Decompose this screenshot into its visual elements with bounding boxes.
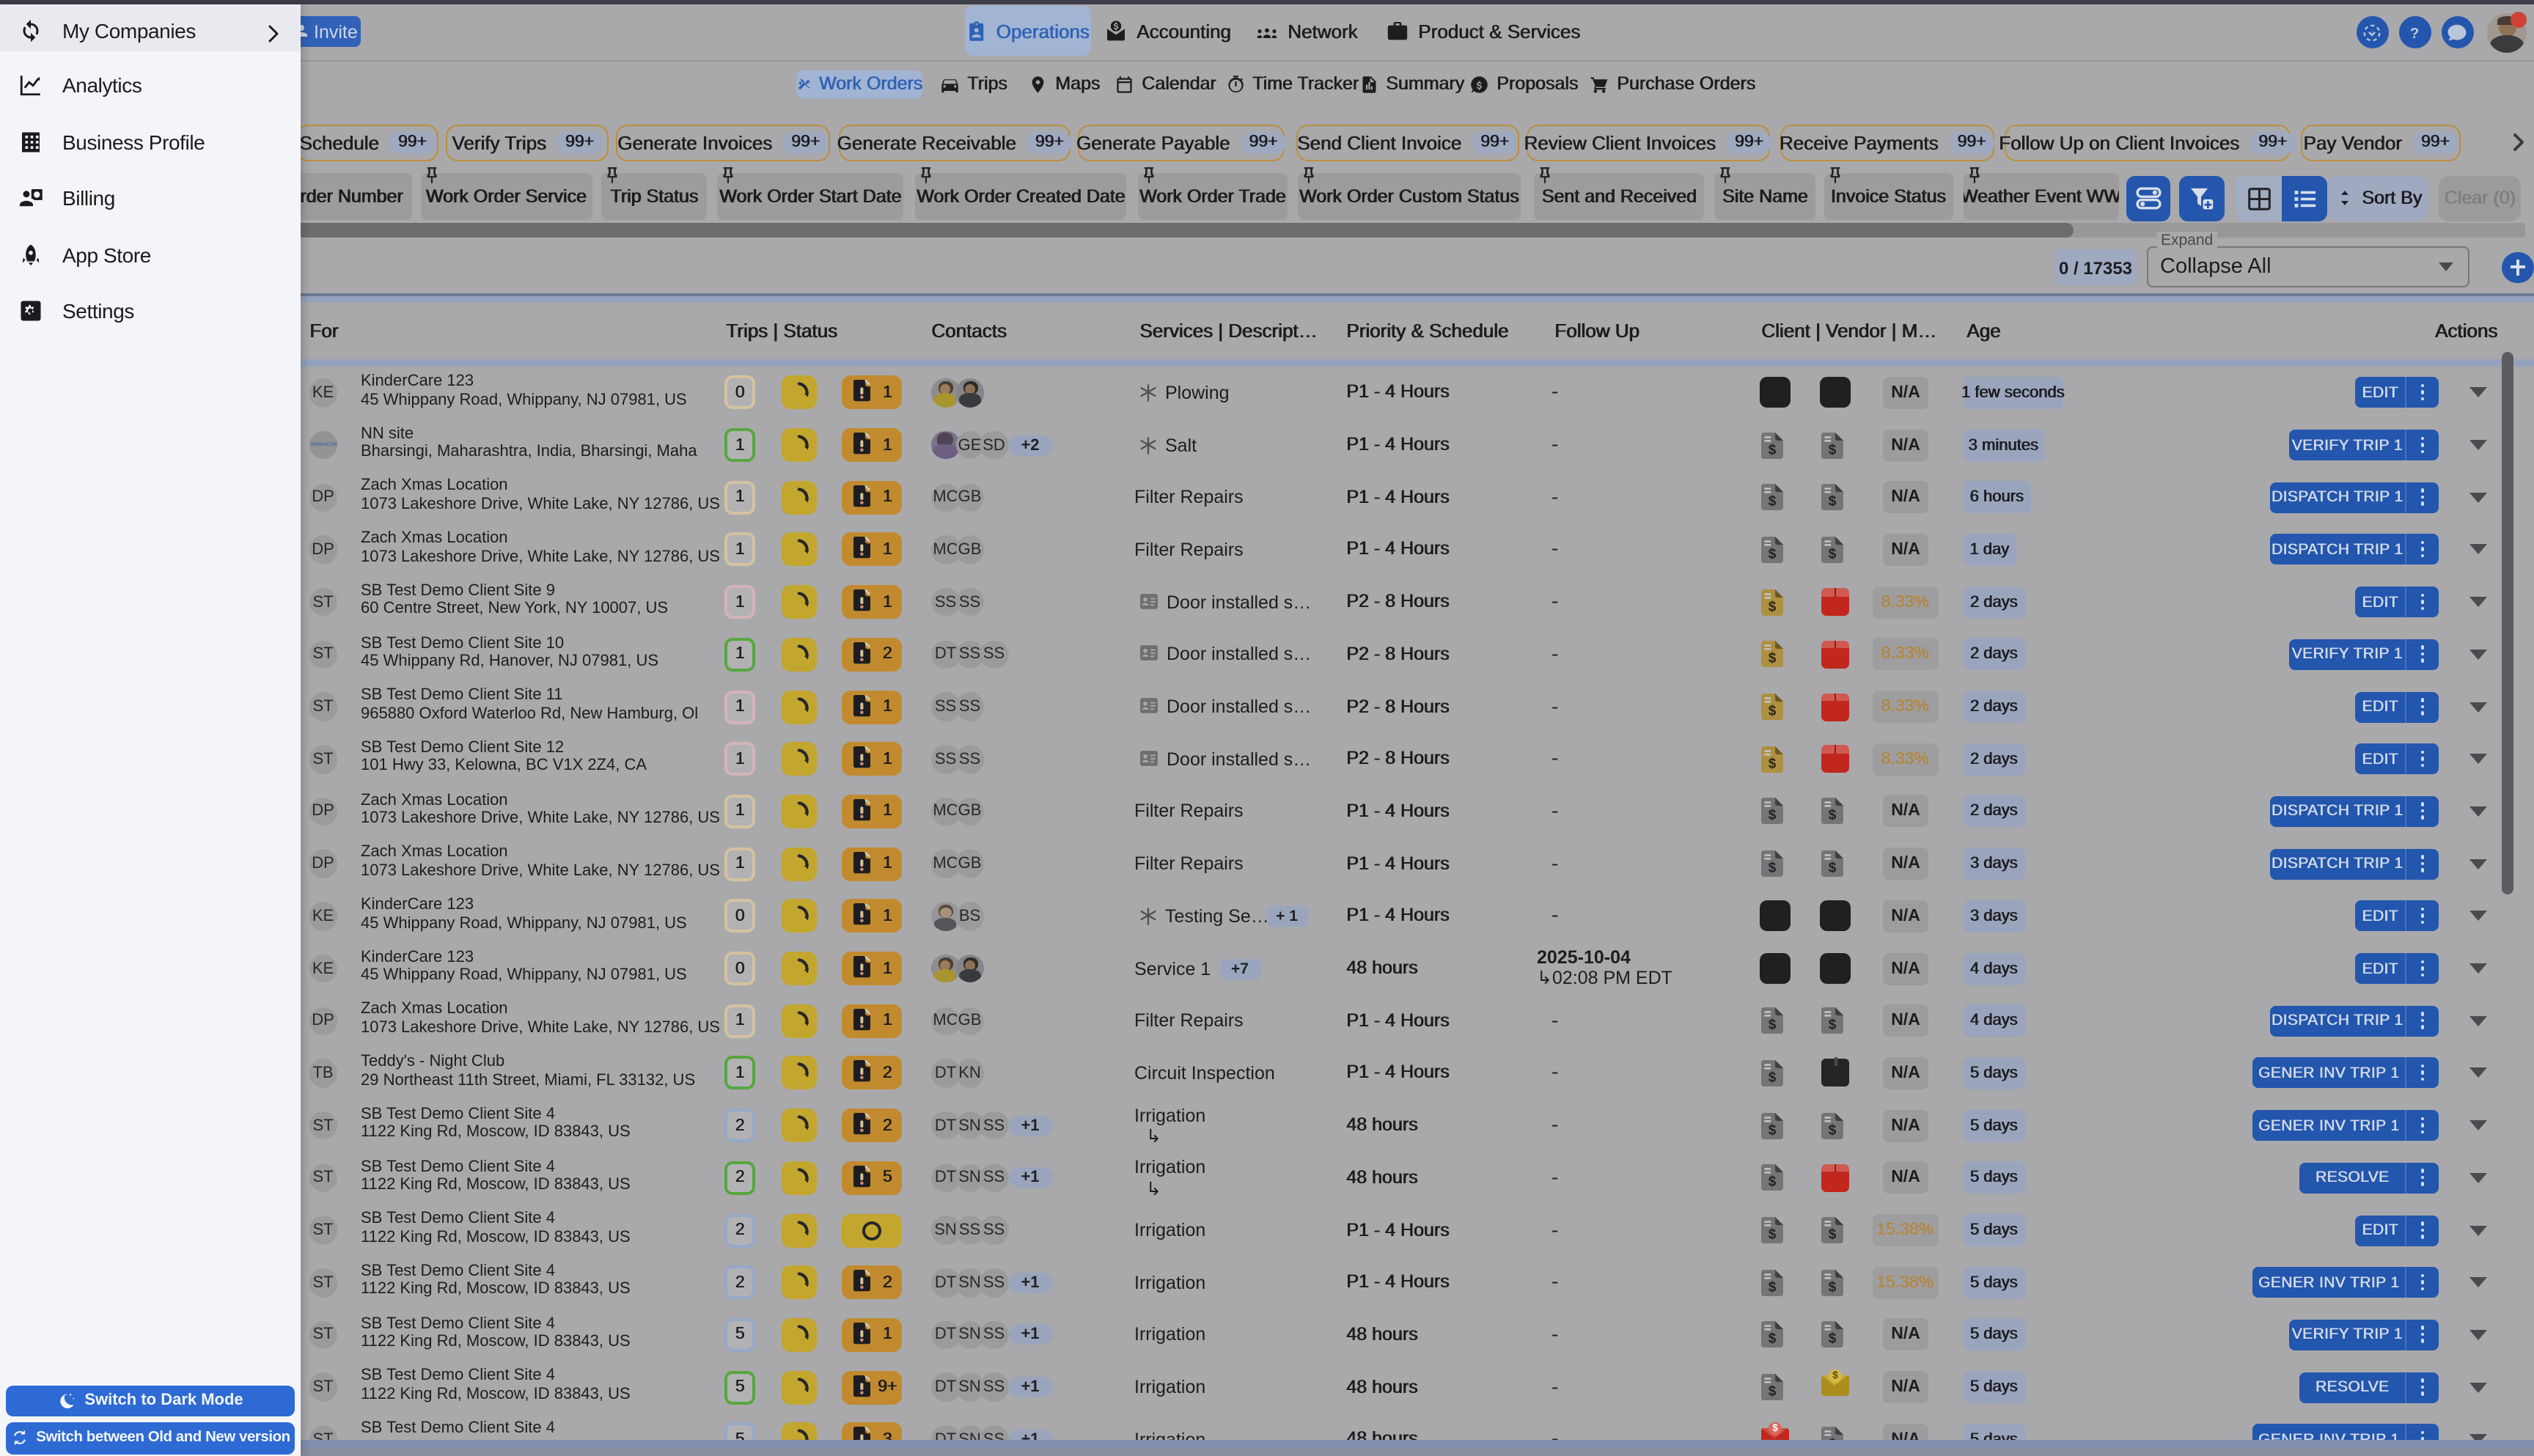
svg-text:$: $	[1829, 861, 1837, 876]
svg-text:$: $	[1769, 1331, 1777, 1347]
svg-text:$: $	[1829, 494, 1837, 510]
svg-text:$: $	[1769, 651, 1777, 666]
svg-text:$: $	[1769, 861, 1777, 876]
svg-text:$: $	[1829, 1279, 1837, 1295]
svg-text:$: $	[1829, 808, 1837, 823]
svg-text:$: $	[1769, 704, 1777, 719]
svg-text:$: $	[1829, 546, 1837, 562]
svg-text:$: $	[1769, 1279, 1777, 1295]
svg-text:$: $	[1769, 808, 1777, 823]
svg-text:$: $	[1769, 1018, 1777, 1033]
svg-text:$: $	[1829, 442, 1837, 457]
svg-text:$: $	[1769, 442, 1777, 457]
svg-text:$: $	[1829, 1122, 1837, 1138]
svg-text:$: $	[1769, 1174, 1777, 1190]
svg-text:$: $	[1829, 1331, 1837, 1347]
svg-text:$: $	[1769, 494, 1777, 510]
svg-text:$: $	[1769, 1384, 1777, 1400]
svg-text:$: $	[1769, 1070, 1777, 1085]
svg-text:$: $	[1769, 599, 1777, 614]
svg-text:$: $	[1769, 546, 1777, 562]
svg-text:$: $	[1829, 1227, 1837, 1243]
svg-text:$: $	[1769, 1122, 1777, 1138]
svg-text:$: $	[1769, 756, 1777, 771]
svg-text:$: $	[1829, 1018, 1837, 1033]
svg-text:$: $	[1769, 1227, 1777, 1243]
